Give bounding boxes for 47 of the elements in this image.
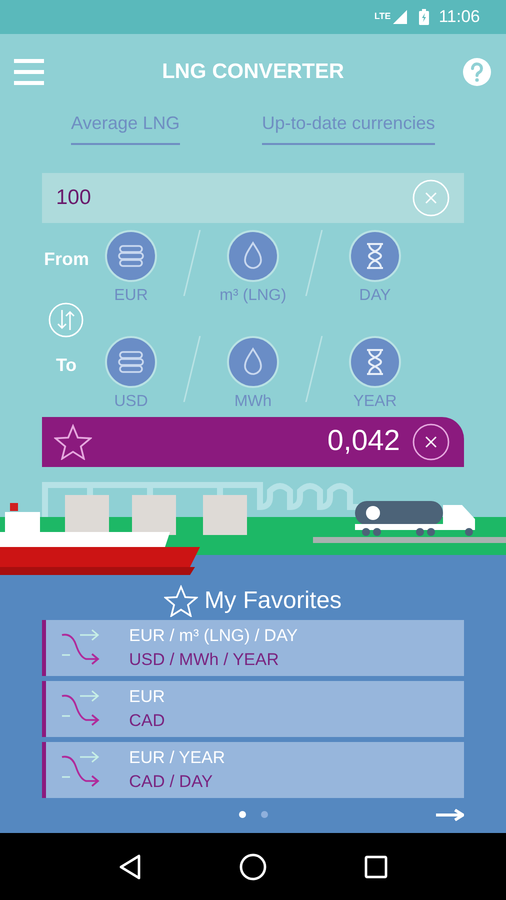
slash-divider	[304, 336, 324, 402]
unit-label[interactable]: USD	[114, 390, 148, 414]
tab[interactable]: Average LNG	[71, 110, 180, 145]
slash-divider	[304, 230, 324, 296]
favorite-item[interactable]: EUR CAD	[42, 681, 464, 737]
menu-button[interactable]	[14, 59, 44, 85]
section-title: My Favorites	[204, 586, 342, 616]
star-icon	[164, 585, 198, 617]
next-arrow-icon[interactable]	[436, 809, 464, 821]
battery-icon	[418, 9, 429, 25]
favorite-item[interactable]: EUR / m³ (LNG) / DAY USD / MWh / YEAR	[42, 620, 464, 676]
to-units: CAD	[129, 711, 165, 731]
tab[interactable]: Up-to-date currencies	[262, 110, 435, 145]
slash-divider	[182, 336, 202, 402]
to-units: USD / MWh / YEAR	[129, 650, 280, 670]
star-icon[interactable]	[54, 424, 92, 460]
help-icon[interactable]	[462, 57, 492, 87]
coin-stack-icon[interactable]	[105, 230, 157, 282]
row-label: To	[55, 354, 78, 377]
from-units: EUR / m³ (LNG) / DAY	[129, 626, 298, 646]
from-units: EUR / YEAR	[129, 748, 226, 768]
coin-stack-icon[interactable]	[105, 336, 157, 388]
unit-label[interactable]: YEAR	[353, 390, 397, 414]
drop-icon[interactable]	[227, 230, 279, 282]
row-label: From	[43, 248, 90, 271]
result-value: 0,042	[327, 424, 400, 460]
favorite-item[interactable]: EUR / YEAR CAD / DAY	[42, 742, 464, 798]
to-units: CAD / DAY	[129, 772, 214, 792]
network-label: LTE	[374, 10, 391, 24]
clock-time: 11:06	[438, 6, 480, 28]
swap-icon[interactable]	[48, 302, 84, 338]
unit-label[interactable]: m³ (LNG)	[220, 284, 286, 308]
from-units: EUR	[129, 687, 165, 707]
clear-icon[interactable]	[412, 423, 450, 461]
unit-label[interactable]: DAY	[359, 284, 391, 308]
home-icon[interactable]	[238, 852, 267, 880]
back-icon[interactable]	[118, 854, 142, 880]
recents-icon[interactable]	[364, 854, 388, 878]
unit-label[interactable]: MWh	[234, 390, 272, 414]
amount-field[interactable]: 100	[42, 173, 464, 223]
drop-icon[interactable]	[227, 336, 279, 388]
slash-divider	[182, 230, 202, 296]
unit-label[interactable]: EUR	[114, 284, 148, 308]
hourglass-icon[interactable]	[349, 230, 401, 282]
hourglass-icon[interactable]	[349, 336, 401, 388]
signal-icon	[392, 10, 407, 24]
app-title: LNG CONVERTER	[162, 59, 344, 86]
